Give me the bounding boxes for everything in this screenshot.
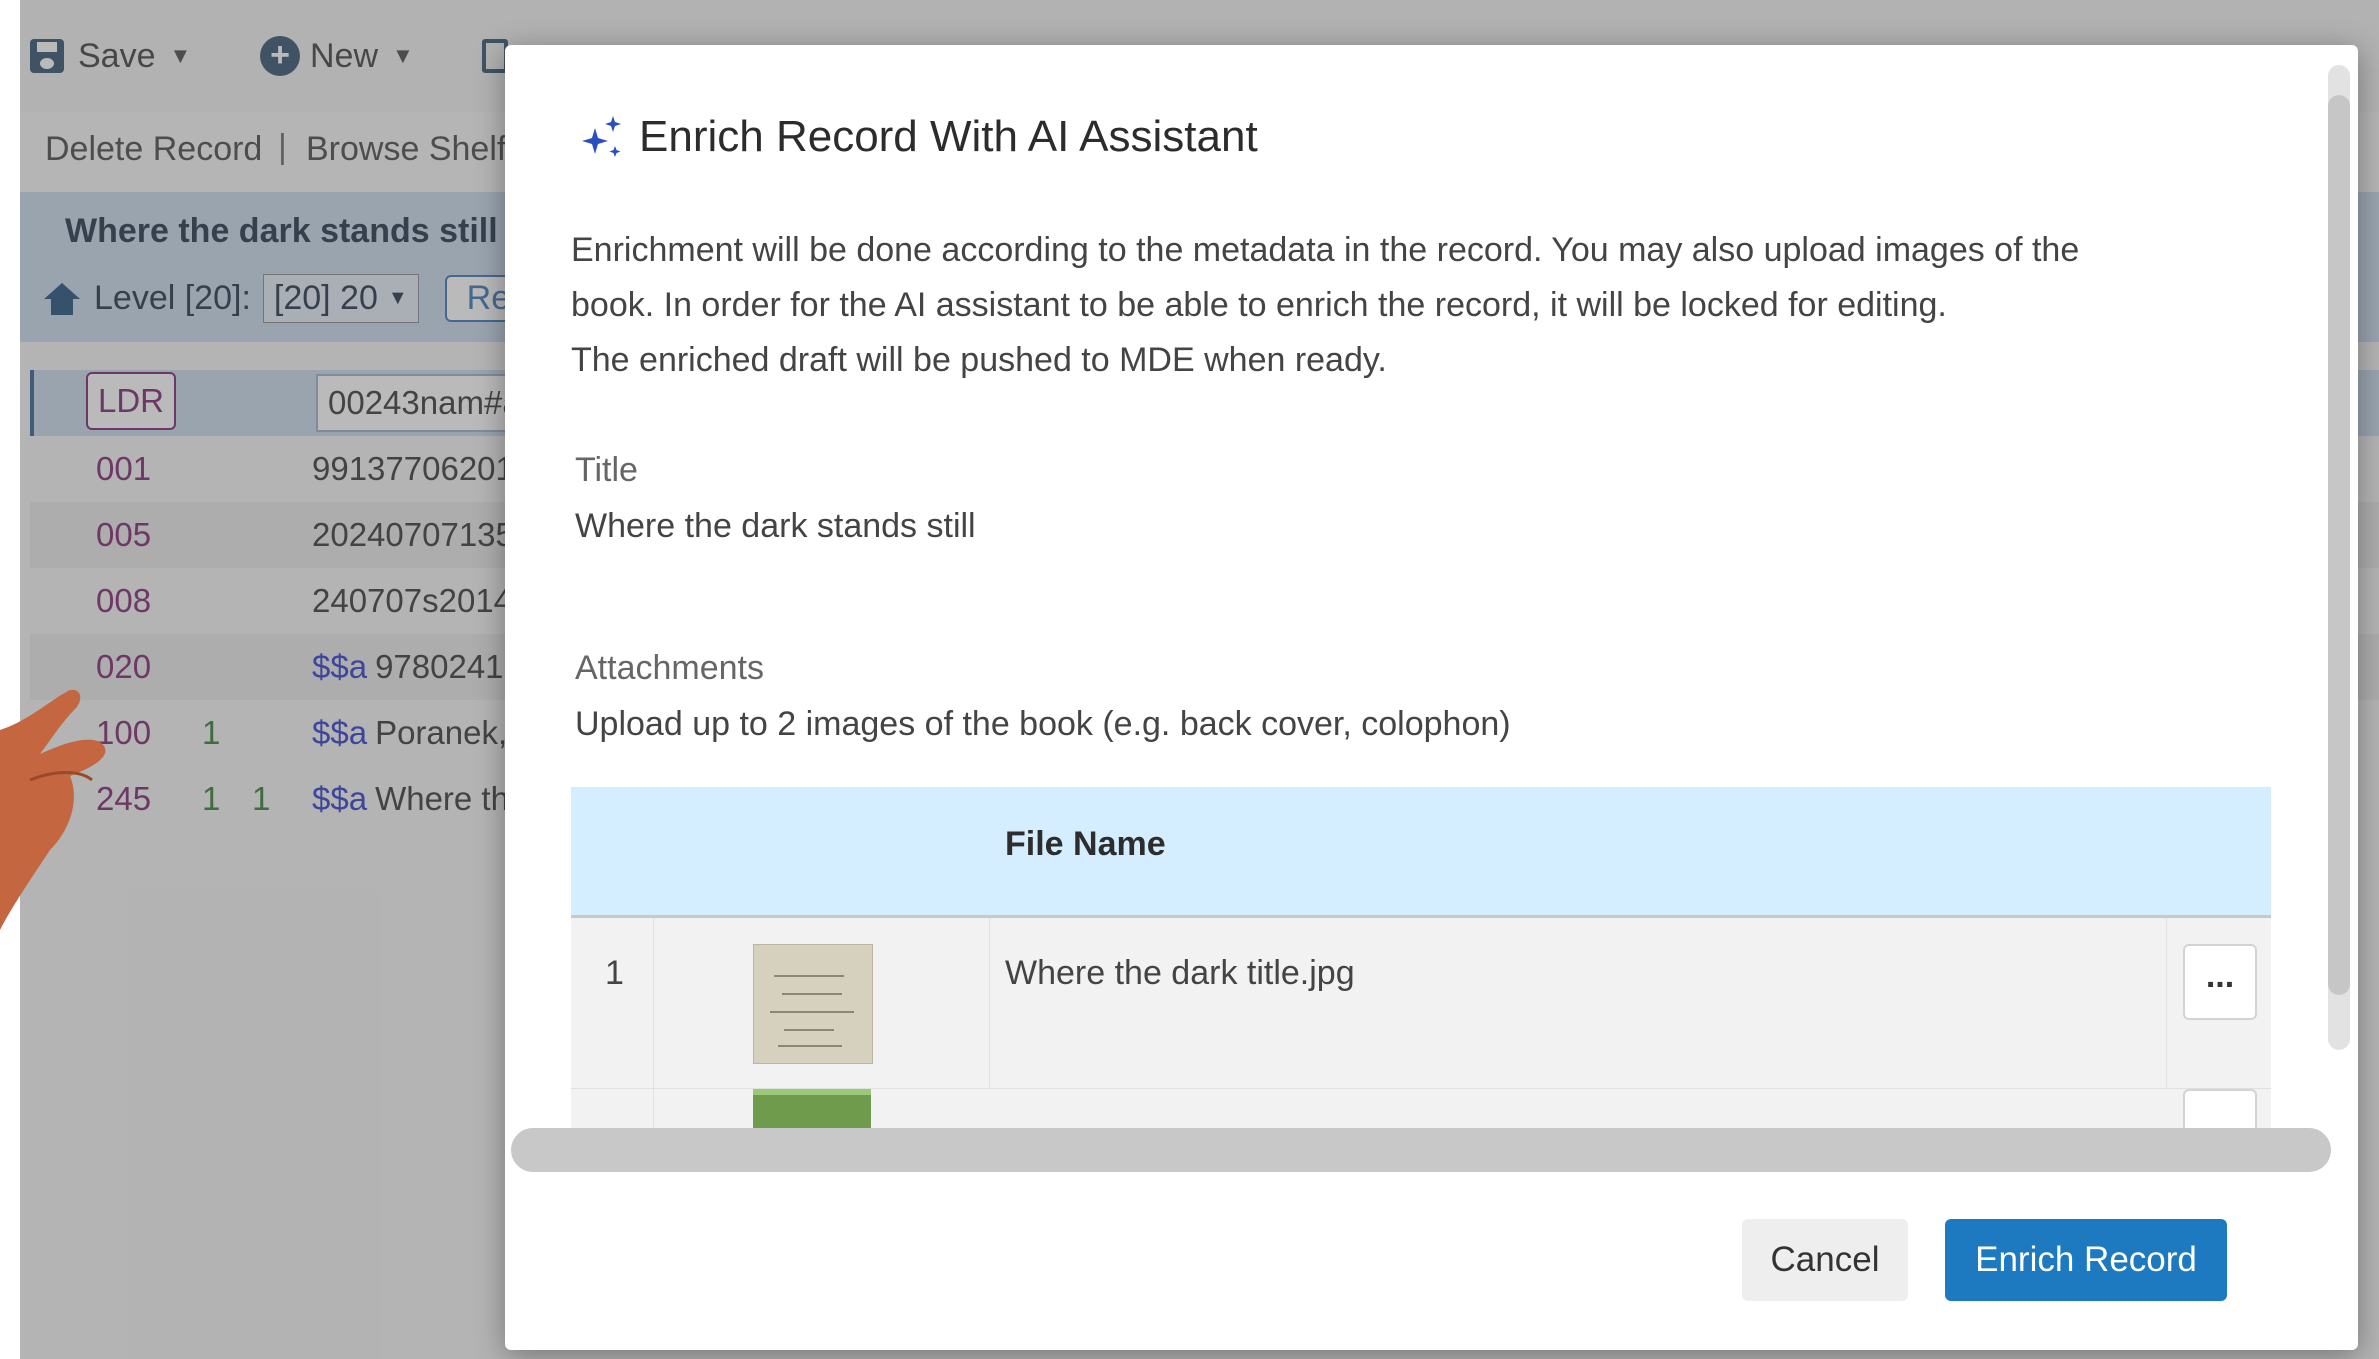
column-divider	[2166, 918, 2167, 1088]
vertical-scrollbar[interactable]	[2328, 65, 2350, 1050]
dialog-title: Enrich Record With AI Assistant	[639, 112, 1258, 161]
hand-image	[0, 690, 106, 930]
attachments-table: File Name 1 Where the dark title.jpg ...	[571, 787, 2271, 1131]
enrich-record-dialog: Enrich Record With AI Assistant Enrichme…	[505, 45, 2358, 1350]
ai-sparkle-icon	[582, 116, 621, 157]
attachments-label: Attachments	[575, 649, 764, 687]
title-value: Where the dark stands still	[575, 507, 976, 545]
dialog-header: Enrich Record With AI Assistant	[575, 110, 1258, 164]
file-thumbnail[interactable]	[753, 1089, 871, 1129]
description-line: book. In order for the AI assistant to b…	[571, 286, 1947, 324]
table-row[interactable]: 1 Where the dark title.jpg ...	[571, 918, 2271, 1089]
table-row[interactable]	[571, 1089, 2271, 1131]
attachments-hint: Upload up to 2 images of the book (e.g. …	[575, 705, 1511, 743]
file-name: Where the dark title.jpg	[1005, 954, 1355, 992]
row-index-cell: 1	[571, 918, 654, 1088]
thumbnail-cell	[653, 918, 990, 1088]
description-line: The enriched draft will be pushed to MDE…	[571, 341, 1387, 379]
table-header: File Name	[571, 787, 2271, 918]
horizontal-scrollbar[interactable]	[511, 1128, 2331, 1172]
description-line: Enrichment will be done according to the…	[571, 231, 2080, 269]
row-actions-button[interactable]: ...	[2183, 944, 2257, 1020]
cancel-button[interactable]: Cancel	[1742, 1219, 1908, 1301]
column-header-file-name[interactable]: File Name	[1005, 825, 1166, 864]
enrich-record-button[interactable]: Enrich Record	[1945, 1219, 2227, 1301]
dialog-description: Enrichment will be done according to the…	[571, 223, 2271, 388]
row-actions-button[interactable]	[2183, 1089, 2257, 1131]
file-thumbnail[interactable]	[753, 944, 873, 1064]
row-index: 1	[605, 954, 624, 992]
row-index-cell	[571, 1089, 654, 1129]
title-label: Title	[575, 451, 638, 489]
scrollbar-thumb[interactable]	[2328, 95, 2350, 995]
